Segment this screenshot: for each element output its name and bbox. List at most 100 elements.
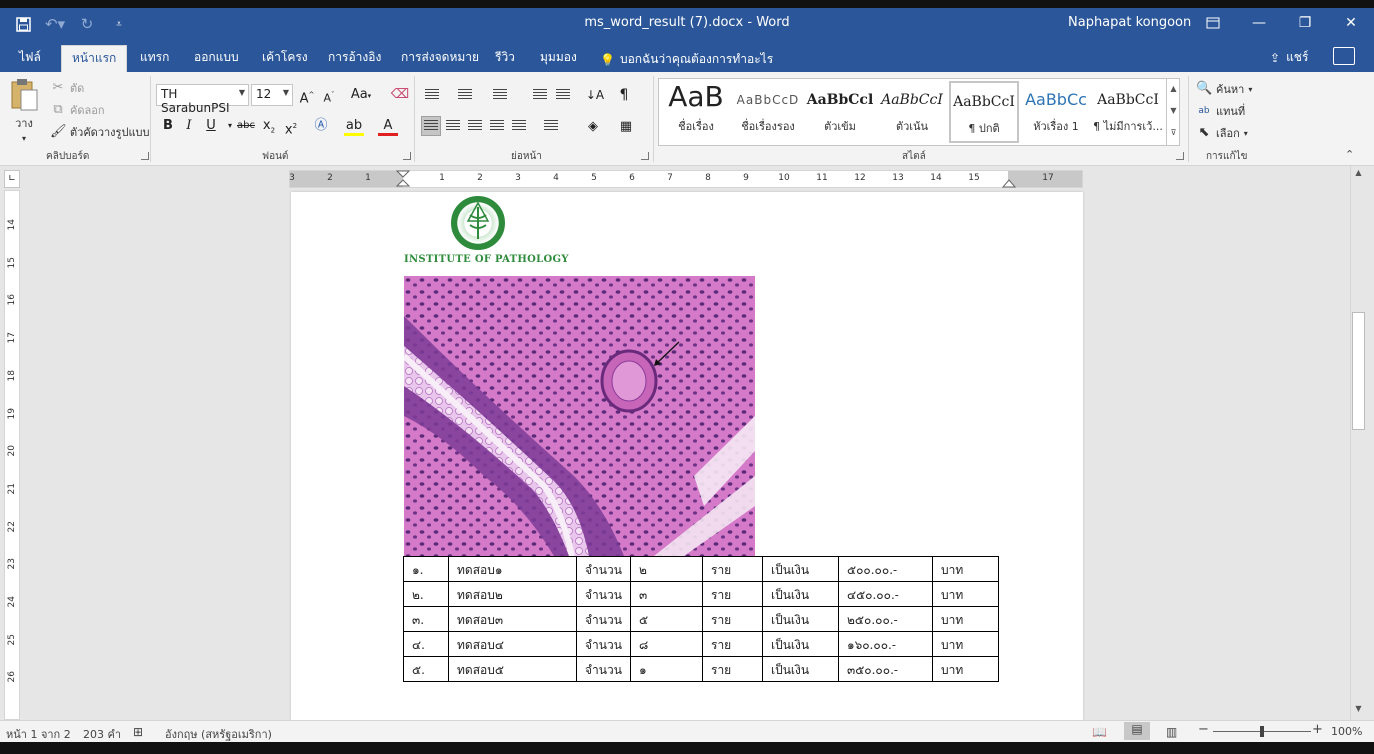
zoom-level[interactable]: 100% (1331, 725, 1362, 738)
tab-insert[interactable]: แทรก (130, 45, 179, 72)
table-cell[interactable]: ๒. (403, 581, 449, 607)
table-cell[interactable]: จำนวน (576, 606, 631, 632)
scrollbar-thumb[interactable] (1352, 312, 1365, 430)
customize-qat-icon[interactable]: ⩡ (106, 12, 132, 36)
table-cell[interactable]: ๓๕๐.๐๐.- (838, 656, 933, 682)
tab-file[interactable]: ไฟล์ (9, 45, 51, 72)
horizontal-ruler[interactable]: 3 2 1 1 2 3 4 5 6 7 8 9 10 11 12 13 14 15 17 (289, 170, 1083, 188)
table-cell[interactable]: จำนวน (576, 631, 631, 657)
zoom-out-icon[interactable]: − (1198, 722, 1209, 737)
close-icon[interactable]: ✕ (1328, 8, 1374, 38)
table-cell[interactable]: ๑ (630, 656, 703, 682)
fees-table[interactable]: ๑. ทดสอบ๑ จำนวน๒ราย เป็นเงิน ๕๐๐.๐๐.- บาท ๒. ทด… (403, 556, 999, 682)
table-row[interactable]: ๓. ทดสอบ๓ จำนวน๕ราย เป็นเงิน ๒๕๐.๐๐.- บาท (403, 606, 999, 632)
table-cell[interactable]: จำนวน (576, 556, 631, 582)
change-case-button[interactable]: Aa▾ (346, 85, 376, 105)
paragraph-dialog-launcher-icon[interactable] (641, 152, 649, 160)
copy-button[interactable]: ⧉ คัดลอก (50, 101, 104, 119)
share-button[interactable]: ⇪ แชร์ (1270, 48, 1308, 67)
style-heading-1[interactable]: AaBbCc หัวเรื่อง 1 (1021, 81, 1091, 143)
font-size-combo[interactable]: 12 ▼ (251, 84, 293, 106)
table-cell[interactable]: ๔๕๐.๐๐.- (838, 581, 933, 607)
zoom-slider-knob[interactable] (1260, 726, 1264, 737)
font-dialog-launcher-icon[interactable] (403, 152, 411, 160)
right-indent-marker-icon[interactable] (1002, 179, 1016, 188)
table-cell[interactable]: จำนวน (576, 581, 631, 607)
vertical-scrollbar[interactable]: ▲ ▼ (1350, 166, 1366, 720)
table-cell[interactable]: บาท (932, 656, 999, 682)
table-row[interactable]: ๔. ทดสอบ๔ จำนวน๘ราย เป็นเงิน ๑๖๐.๐๐.- บาท (403, 631, 999, 657)
multilevel-list-icon[interactable] (490, 85, 510, 105)
line-spacing-icon[interactable] (541, 116, 561, 136)
page-indicator[interactable]: หน้า 1 จาก 2 (6, 725, 71, 743)
redo-icon[interactable]: ↻ (74, 12, 100, 36)
table-cell[interactable]: เป็นเงิน (762, 556, 839, 582)
table-cell[interactable]: เป็นเงิน (762, 631, 839, 657)
table-cell[interactable]: บาท (932, 606, 999, 632)
align-right-icon[interactable] (465, 116, 485, 136)
document-page[interactable]: INSTITUTE OF PATHOLOGY ๑. ทดสอบ๑ จำนวน ๒… (291, 192, 1083, 720)
ribbon-display-options-icon[interactable] (1190, 8, 1236, 38)
table-row[interactable]: ๕. ทดสอบ๕ จำนวน๑ราย เป็นเงิน ๓๕๐.๐๐.- บาท (403, 656, 999, 682)
web-layout-icon[interactable]: ▥ (1166, 725, 1177, 739)
decrease-indent-icon[interactable] (530, 85, 550, 105)
align-left-icon[interactable] (421, 116, 441, 136)
style-subtitle[interactable]: AaBbCcD ชื่อเรื่องรอง (733, 81, 803, 143)
tab-home[interactable]: หน้าแรก (61, 45, 128, 72)
distributed-icon[interactable] (509, 116, 529, 136)
undo-icon[interactable]: ↶▾ (42, 12, 68, 36)
table-cell[interactable]: ๘ (630, 631, 703, 657)
superscript-icon[interactable]: x2 (281, 116, 301, 137)
table-cell[interactable]: เป็นเงิน (762, 656, 839, 682)
justify-icon[interactable] (487, 116, 507, 136)
tab-review[interactable]: รีวิว (485, 45, 525, 72)
paste-dropdown-icon[interactable]: ▾ (22, 134, 26, 143)
subscript-icon[interactable]: x2 (259, 116, 279, 136)
borders-icon[interactable]: ▦ (616, 116, 636, 136)
table-cell[interactable]: ๑๖๐.๐๐.- (838, 631, 933, 657)
show-formatting-icon[interactable]: ¶ (614, 85, 634, 105)
table-cell[interactable]: ๔. (403, 631, 449, 657)
vertical-ruler[interactable]: 14 15 16 17 18 19 20 21 22 23 24 25 26 (4, 190, 20, 720)
table-row[interactable]: ๒. ทดสอบ๒ จำนวน๓ราย เป็นเงิน ๔๕๐.๐๐.- บาท (403, 581, 999, 607)
increase-indent-icon[interactable] (553, 85, 573, 105)
scroll-up-icon[interactable]: ▲ (1351, 168, 1366, 182)
tab-layout[interactable]: เค้าโครง (252, 45, 318, 72)
italic-icon[interactable]: I (179, 116, 199, 136)
style-emphasis[interactable]: AaBbCcI ตัวเน้น (877, 81, 947, 143)
minimize-icon[interactable]: — (1236, 8, 1282, 38)
shrink-font-icon[interactable]: Aˇ (319, 85, 339, 105)
table-cell[interactable]: ทดสอบ๕ (448, 656, 577, 682)
align-center-icon[interactable] (443, 116, 463, 136)
chevron-up-icon[interactable]: ▲ (1167, 78, 1180, 100)
numbering-icon[interactable] (455, 85, 475, 105)
user-name[interactable]: Naphapat kongoon (1068, 15, 1191, 30)
style-title[interactable]: AaB ชื่อเรื่อง (661, 81, 731, 143)
paste-button[interactable]: วาง ▾ (8, 78, 40, 143)
indent-marker-icon[interactable] (396, 170, 410, 188)
select-button[interactable]: ⬉ เลือก ▾ (1196, 124, 1248, 142)
table-cell[interactable]: จำนวน (576, 656, 631, 682)
table-cell[interactable]: ราย (702, 656, 763, 682)
clear-formatting-icon[interactable]: ⌫ (390, 85, 410, 105)
table-cell[interactable]: ทดสอบ๓ (448, 606, 577, 632)
tab-selector-icon[interactable]: ∟ (4, 170, 20, 188)
save-icon[interactable] (10, 12, 36, 36)
style-strong[interactable]: AaBbCcl ตัวเข้ม (805, 81, 875, 143)
table-cell[interactable]: เป็นเงิน (762, 606, 839, 632)
tell-me-box[interactable]: 💡 บอกฉันว่าคุณต้องการทำอะไร (600, 50, 773, 69)
table-cell[interactable]: ราย (702, 631, 763, 657)
zoom-in-icon[interactable]: + (1312, 722, 1323, 737)
comments-icon[interactable] (1333, 47, 1355, 65)
table-cell[interactable]: ๕. (403, 656, 449, 682)
scroll-down-icon[interactable]: ▼ (1351, 704, 1366, 718)
grow-font-icon[interactable]: A^ (297, 85, 317, 106)
tab-references[interactable]: การอ้างอิง (318, 45, 391, 72)
table-cell[interactable]: ราย (702, 606, 763, 632)
table-cell[interactable]: บาท (932, 581, 999, 607)
find-button[interactable]: 🔍 ค้นหา ▾ (1196, 80, 1252, 98)
language-indicator[interactable]: อังกฤษ (สหรัฐอเมริกา) (165, 725, 272, 743)
table-cell[interactable]: ๕ (630, 606, 703, 632)
microscopy-image[interactable] (404, 276, 755, 556)
tab-design[interactable]: ออกแบบ (184, 45, 249, 72)
